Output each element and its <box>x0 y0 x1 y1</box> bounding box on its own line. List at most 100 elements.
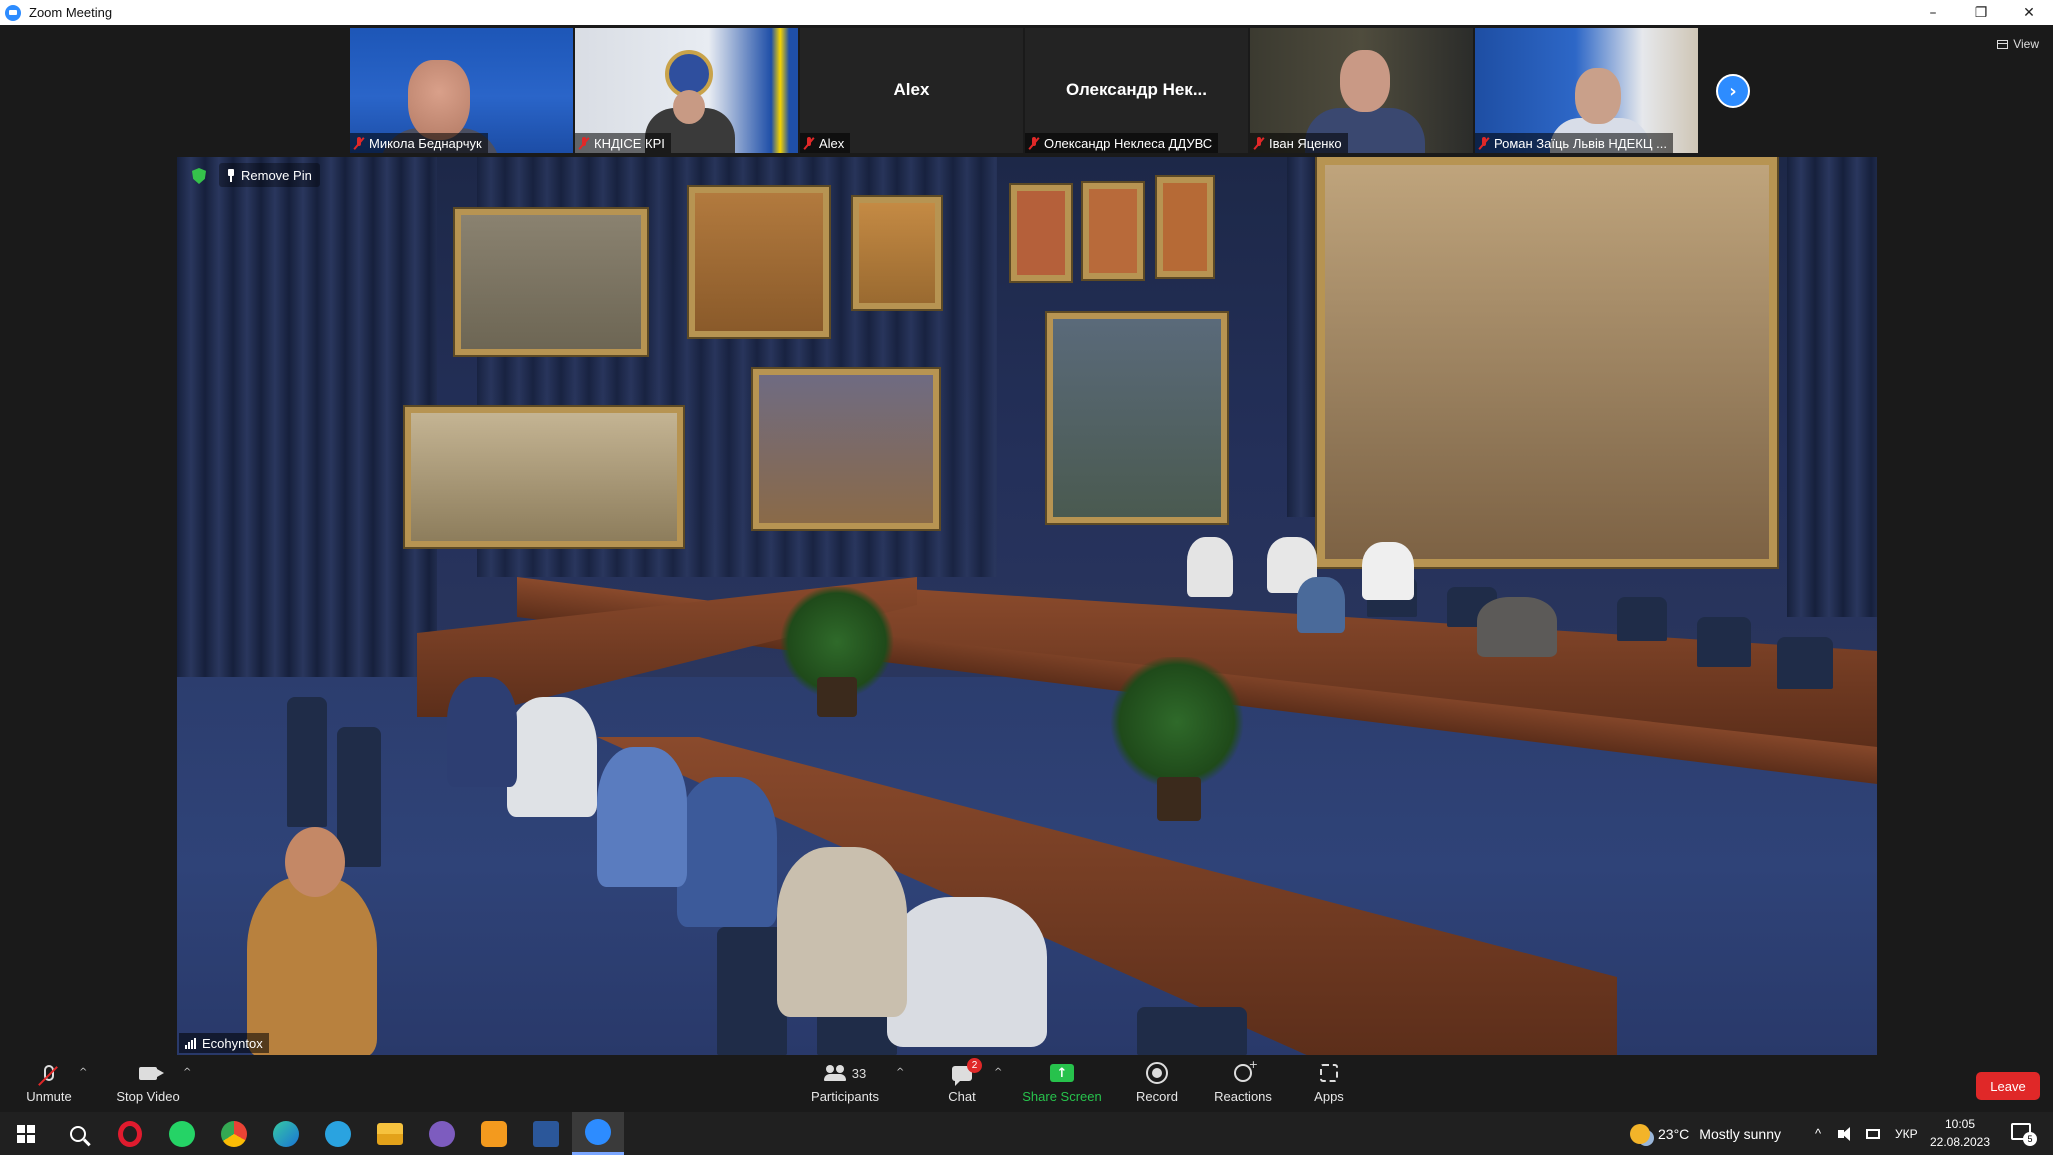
scene-painting <box>1317 157 1777 567</box>
participants-options-caret-icon[interactable]: ^ <box>896 1067 904 1078</box>
remove-pin-button[interactable]: Remove Pin <box>219 163 320 187</box>
scene-chair <box>1777 637 1833 689</box>
photo-app-icon[interactable] <box>468 1112 520 1155</box>
unmute-label: Unmute <box>26 1089 72 1104</box>
minimize-button[interactable]: – <box>1909 0 1957 25</box>
viber-icon[interactable] <box>416 1112 468 1155</box>
next-page-arrow-icon[interactable]: › <box>1716 74 1750 108</box>
video-scene-curtain <box>1787 157 1877 617</box>
participant-tile[interactable]: Іван Яценко <box>1250 28 1473 153</box>
word-icon[interactable] <box>520 1112 572 1155</box>
notification-count-badge: 5 <box>2023 1132 2037 1146</box>
participants-button[interactable]: 33 Participants <box>805 1061 885 1111</box>
search-icon[interactable] <box>52 1112 104 1155</box>
weather-sun-icon <box>1630 1123 1650 1144</box>
taskbar-clock[interactable]: 10:05 22.08.2023 <box>1920 1115 2000 1151</box>
stop-video-button[interactable]: Stop Video <box>108 1061 188 1111</box>
chat-bubble-icon: 2 <box>952 1057 982 1086</box>
video-face <box>673 90 705 124</box>
active-speaker-label: Ecohyntox <box>179 1033 269 1053</box>
participant-name: Микола Беднарчук <box>369 135 482 151</box>
share-screen-arrow-icon: ↑ <box>1050 1064 1074 1082</box>
network-icon[interactable] <box>1866 1112 1880 1155</box>
participant-name: Олександр Неклеса ДДУВС <box>1044 135 1213 151</box>
mic-muted-icon <box>1254 136 1264 150</box>
chat-options-caret-icon[interactable]: ^ <box>994 1067 1002 1078</box>
edge-icon[interactable] <box>260 1112 312 1155</box>
meeting-toolbar: Unmute ^ Stop Video ^ 33 Participants ^ … <box>0 1055 2053 1112</box>
scene-person <box>887 897 1047 1047</box>
apps-button[interactable]: Apps <box>1289 1061 1369 1111</box>
audio-options-caret-icon[interactable]: ^ <box>79 1067 87 1078</box>
zoom-taskbar-icon[interactable] <box>572 1112 624 1155</box>
video-camera-icon <box>139 1066 164 1080</box>
file-explorer-icon[interactable] <box>364 1112 416 1155</box>
scene-chair <box>1697 617 1751 667</box>
view-button[interactable]: View <box>1997 37 2039 51</box>
scene-person <box>285 827 345 897</box>
scene-person <box>1477 597 1557 657</box>
scene-person <box>447 677 517 787</box>
scene-person <box>507 697 597 817</box>
scene-chair <box>337 727 381 867</box>
scene-chair <box>287 697 327 827</box>
participant-name: Роман Заїць Львів НДЕКЦ ... <box>1494 135 1667 151</box>
clock-time: 10:05 <box>1944 1117 1976 1131</box>
scene-painting <box>1083 183 1143 279</box>
video-options-caret-icon[interactable]: ^ <box>183 1067 191 1078</box>
leave-button[interactable]: Leave <box>1976 1072 2040 1100</box>
record-label: Record <box>1136 1089 1178 1104</box>
participant-tile[interactable]: Микола Беднарчук <box>350 28 573 153</box>
scene-painting <box>689 187 829 337</box>
telegram-icon[interactable] <box>312 1112 364 1155</box>
scene-plant <box>1107 657 1247 787</box>
remove-pin-label: Remove Pin <box>241 167 312 183</box>
record-button[interactable]: Record <box>1117 1061 1197 1111</box>
unmute-button[interactable]: Unmute <box>9 1061 89 1111</box>
reactions-button[interactable]: Reactions <box>1203 1058 1283 1111</box>
scene-person <box>247 877 377 1055</box>
clock-date: 22.08.2023 <box>1929 1135 1991 1149</box>
whatsapp-icon[interactable] <box>156 1112 208 1155</box>
participant-center-name: Олександр Нек... <box>1065 80 1207 99</box>
participants-icon <box>823 1065 846 1081</box>
active-speaker-name: Ecohyntox <box>202 1035 263 1051</box>
zoom-app-icon <box>5 4 21 21</box>
video-face <box>1575 68 1621 124</box>
record-icon <box>1146 1062 1168 1084</box>
share-screen-button[interactable]: ↑ Share Screen <box>1022 1061 1102 1111</box>
chrome-icon[interactable] <box>208 1112 260 1155</box>
meeting-stage: Микола Беднарчук КНДІСЕ КРІ Alex Alex Ол… <box>0 25 2053 1055</box>
participant-tile[interactable]: КНДІСЕ КРІ <box>575 28 798 153</box>
tray-overflow-arrow-icon[interactable]: ^ <box>1815 1112 1821 1155</box>
chat-button[interactable]: 2 Chat <box>922 1057 1002 1111</box>
share-screen-label: Share Screen <box>1022 1089 1102 1104</box>
windows-taskbar: 23°C Mostly sunny ^ УКР 10:05 22.08.2023… <box>0 1112 2053 1155</box>
mic-muted-icon <box>804 136 814 150</box>
apps-label: Apps <box>1314 1089 1344 1104</box>
restore-button[interactable]: ❐ <box>1957 0 2005 25</box>
window-titlebar: Zoom Meeting – ❐ ✕ <box>0 0 2053 25</box>
opera-icon[interactable] <box>104 1112 156 1155</box>
scene-painting <box>1047 313 1227 523</box>
participant-name-label: Роман Заїць Львів НДЕКЦ ... <box>1475 133 1673 153</box>
scene-pot <box>817 677 857 717</box>
weather-widget[interactable]: 23°C Mostly sunny <box>1630 1112 1781 1155</box>
scene-person <box>1362 542 1414 600</box>
participant-tile[interactable]: Alex Alex <box>800 28 1023 153</box>
chat-label: Chat <box>948 1089 976 1104</box>
apps-icon <box>1320 1064 1338 1082</box>
participant-tile[interactable]: Олександр Нек... Олександр Неклеса ДДУВС <box>1025 28 1248 153</box>
scene-pot <box>1157 777 1201 821</box>
scene-painting <box>405 407 683 547</box>
language-indicator[interactable]: УКР <box>1895 1112 1918 1155</box>
participant-name-label: Alex <box>800 133 851 153</box>
close-button[interactable]: ✕ <box>2005 0 2053 25</box>
speaker-icon[interactable] <box>1838 1112 1850 1155</box>
scene-painting <box>753 369 939 529</box>
pinned-video[interactable]: Remove Pin Ecohyntox <box>177 157 1877 1055</box>
notifications-icon[interactable]: 5 <box>2011 1123 2037 1146</box>
mic-muted-icon <box>579 136 589 150</box>
windows-start-icon[interactable] <box>0 1112 52 1155</box>
participant-tile[interactable]: Роман Заїць Львів НДЕКЦ ... <box>1475 28 1698 153</box>
